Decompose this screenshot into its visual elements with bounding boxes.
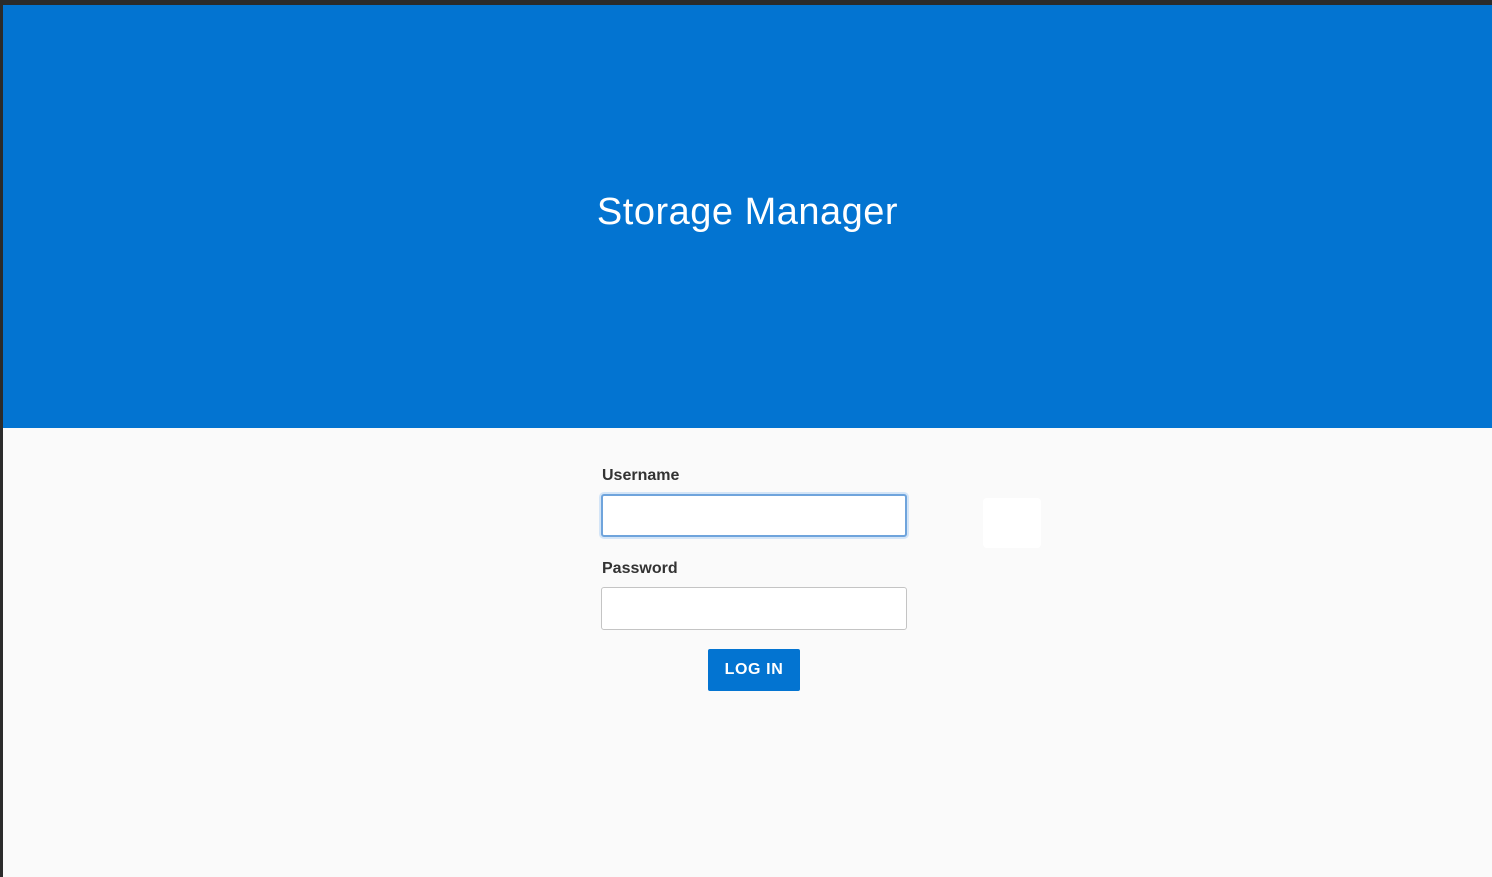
login-button[interactable]: LOG IN <box>708 649 800 691</box>
header-banner: Storage Manager <box>3 5 1492 428</box>
login-page: Storage Manager Username Password LOG IN <box>3 5 1492 877</box>
username-label: Username <box>602 467 680 484</box>
login-form: Username Password LOG IN <box>601 467 911 691</box>
username-input[interactable] <box>601 494 907 537</box>
password-field-group: Password <box>601 560 911 630</box>
password-label: Password <box>602 560 678 577</box>
blank-panel <box>983 498 1041 548</box>
form-actions: LOG IN <box>601 649 907 691</box>
username-field-group: Username <box>601 467 911 537</box>
app-title: Storage Manager <box>596 191 899 233</box>
password-input[interactable] <box>601 587 907 630</box>
